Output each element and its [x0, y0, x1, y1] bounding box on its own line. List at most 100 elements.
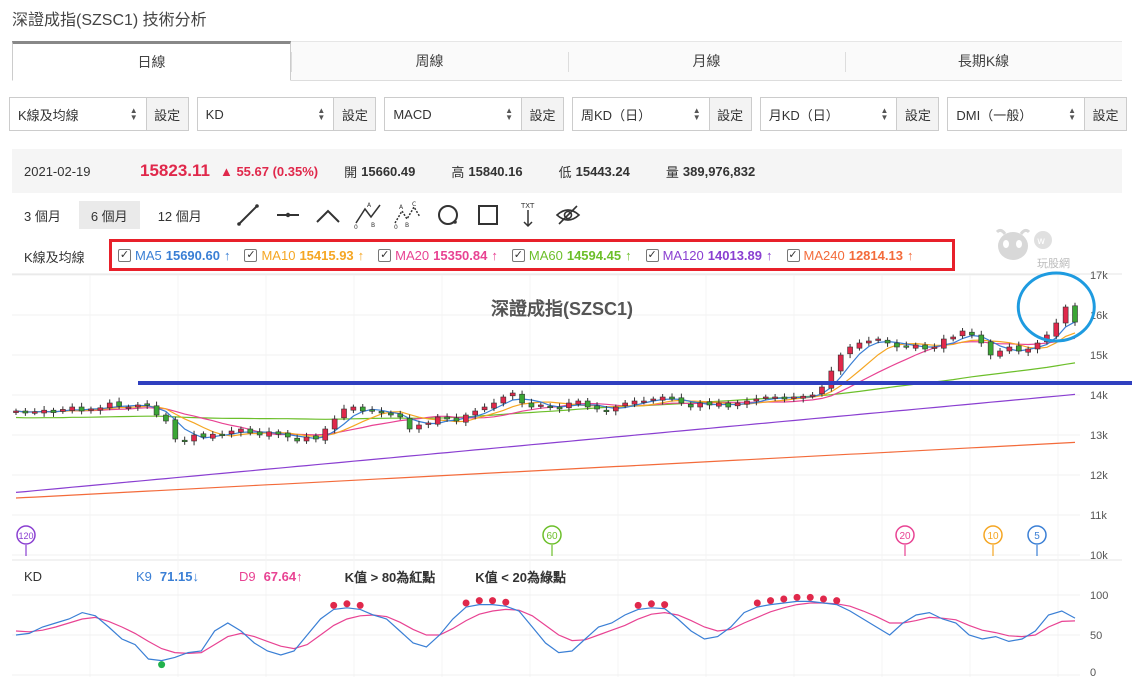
candle-up — [1006, 346, 1013, 352]
candle-down — [275, 431, 282, 435]
candle-down — [922, 344, 928, 350]
candle-down — [116, 401, 122, 407]
candle-up — [912, 344, 919, 349]
kd-y-tick-label: 100 — [1090, 590, 1108, 602]
candle-up — [1034, 342, 1041, 350]
candle-down — [678, 397, 685, 404]
candle-up — [350, 406, 357, 411]
candle-down — [687, 403, 694, 408]
candle-down — [594, 405, 600, 410]
k9-line — [15, 600, 1076, 662]
candle-up — [425, 422, 432, 425]
candle-down — [256, 431, 263, 436]
candle-up — [837, 354, 844, 372]
kd-y-tick-label: 50 — [1090, 630, 1102, 642]
candle-up — [697, 402, 703, 408]
kd-overbought-dot — [502, 598, 510, 606]
candle-down — [903, 345, 910, 348]
candle-up — [612, 406, 619, 412]
candle-up — [500, 396, 507, 404]
candle-down — [556, 406, 563, 410]
candle-down — [294, 437, 300, 442]
kd-overbought-dot — [343, 600, 351, 608]
candle-up — [650, 398, 657, 401]
k9-value: 71.15 — [159, 569, 193, 584]
k9-arrow: ↓ — [192, 569, 199, 584]
kd-title: KD — [24, 569, 43, 584]
candle-up — [463, 414, 469, 423]
candle-up — [641, 400, 647, 403]
y-tick-label: 15k — [1090, 350, 1108, 362]
candle-down — [313, 435, 319, 440]
candle-down — [884, 339, 891, 344]
candle-up — [772, 396, 778, 399]
kd-overbought-dot — [767, 597, 775, 605]
candle-up — [125, 406, 132, 409]
kd-overbought-dot — [753, 599, 761, 607]
k9-name: K9 — [136, 569, 152, 584]
candle-down — [219, 433, 225, 437]
candle-up — [472, 410, 479, 416]
candle-up — [31, 411, 38, 414]
candle-up — [303, 436, 310, 442]
candle-up — [734, 402, 741, 407]
candle-up — [659, 396, 666, 401]
candle-up — [1025, 348, 1031, 353]
candle-up — [60, 409, 66, 412]
candle-down — [978, 334, 985, 344]
candle-up — [69, 406, 76, 411]
ma-line-ma120 — [15, 393, 1076, 493]
candle-down — [172, 419, 179, 440]
y-tick-label: 10k — [1090, 550, 1108, 562]
candle-up — [106, 402, 113, 409]
d9-arrow: ↑ — [296, 569, 303, 584]
candle-up — [135, 404, 141, 408]
candle-up — [538, 404, 544, 407]
kd-overbought-dot — [819, 595, 827, 603]
d9-value: 67.64 — [263, 569, 297, 584]
candle-up — [13, 410, 19, 413]
candle-down — [153, 405, 160, 416]
kd-overbought-dot — [330, 601, 338, 609]
candle-up — [509, 392, 516, 397]
candle-down — [50, 409, 57, 413]
candle-down — [359, 406, 366, 412]
kd-overbought-dot — [806, 593, 814, 601]
kd-overbought-dot — [489, 597, 497, 605]
candle-up — [800, 395, 807, 399]
candle-down — [781, 396, 788, 400]
candle-up — [950, 336, 956, 340]
candle-down — [584, 400, 591, 408]
candle-up — [791, 396, 797, 399]
candle-down — [669, 396, 675, 400]
candle-down — [247, 428, 254, 434]
candle-down — [22, 410, 29, 414]
candle-down — [78, 406, 85, 412]
candle-up — [847, 346, 853, 355]
candle-up — [416, 424, 422, 430]
candle-up — [191, 434, 197, 442]
candle-down — [453, 417, 460, 422]
candle-up — [762, 396, 769, 399]
ma-line-ma240 — [15, 441, 1076, 499]
candle-down — [969, 331, 975, 336]
d9-line — [15, 602, 1076, 655]
candle-up — [622, 402, 628, 407]
candle-down — [144, 403, 151, 406]
candle-up — [210, 433, 216, 439]
candle-up — [341, 408, 347, 419]
y-tick-label: 14k — [1090, 390, 1108, 402]
candle-up — [997, 350, 1003, 357]
candle-up — [322, 428, 329, 441]
candle-up — [228, 430, 235, 435]
candle-up — [88, 408, 94, 411]
kd-overbought-dot — [661, 601, 669, 609]
candle-down — [369, 409, 375, 412]
kd-note-red: K值 > 80為紅點 — [344, 570, 436, 585]
candle-up — [1053, 322, 1060, 337]
candle-down — [528, 402, 535, 408]
candle-down — [894, 342, 900, 348]
kd-overbought-dot — [475, 597, 483, 605]
kd-overbought-dot — [647, 600, 655, 608]
candle-up — [931, 346, 938, 349]
